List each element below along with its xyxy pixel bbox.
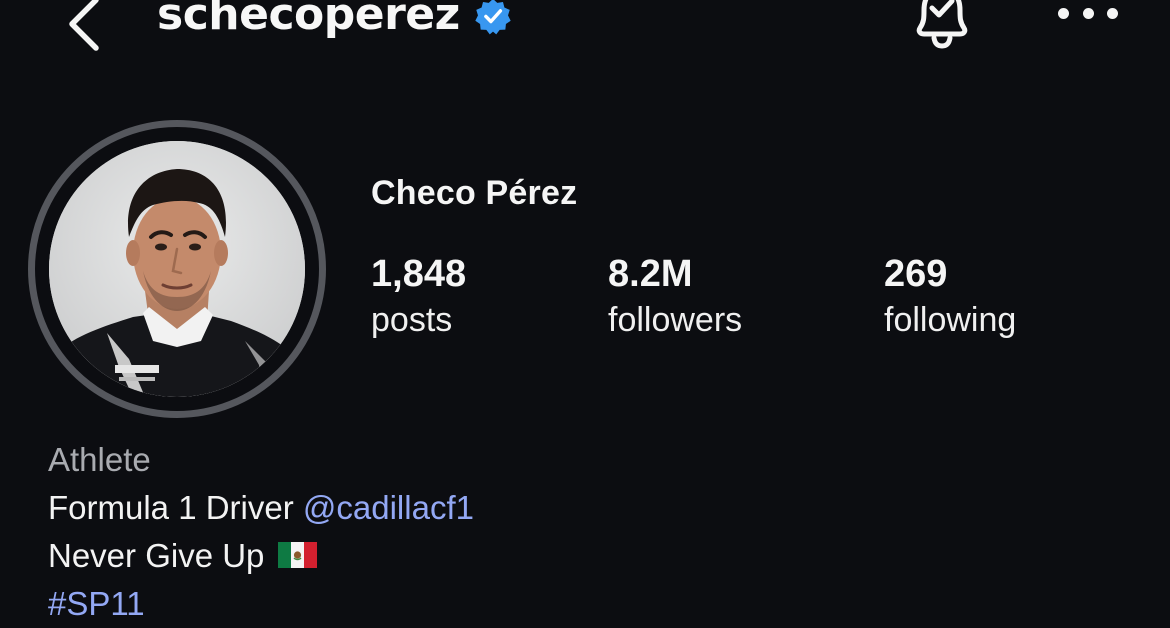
posts-count: 1,848 xyxy=(371,253,467,295)
profile-bio: Athlete Formula 1 Driver @cadillacf1 Nev… xyxy=(48,436,474,628)
mexico-flag-icon xyxy=(278,542,318,569)
stat-posts[interactable]: 1,848 posts xyxy=(371,252,466,344)
stat-following[interactable]: 269 following xyxy=(884,252,1016,344)
more-dot xyxy=(1107,7,1118,19)
more-dot xyxy=(1082,7,1094,19)
hashtag-link[interactable]: #SP11 xyxy=(48,580,474,628)
bio-line-2: Never Give Up xyxy=(48,532,474,580)
bio-line-1-text: Formula 1 Driver xyxy=(48,489,294,526)
followers-count: 8.2M xyxy=(608,253,693,295)
more-dot xyxy=(1058,7,1069,19)
following-count: 269 xyxy=(884,253,948,295)
notification-bell-icon[interactable] xyxy=(906,0,978,52)
display-name: Checo Pérez xyxy=(371,174,578,212)
profile-page: schecoperez Checo Pérez 1,848 posts 8.2M… xyxy=(0,0,1170,626)
profile-category: Athlete xyxy=(48,441,151,478)
profile-header-title: schecoperez xyxy=(157,0,512,50)
verified-badge-icon xyxy=(475,0,511,35)
username: schecoperez xyxy=(157,0,460,40)
profile-avatar[interactable] xyxy=(28,120,326,418)
bio-line-1: Formula 1 Driver @cadillacf1 xyxy=(48,484,474,532)
profile-photo xyxy=(49,141,305,397)
followers-label: followers xyxy=(608,301,743,339)
more-options-icon[interactable] xyxy=(1058,0,1118,28)
posts-label: posts xyxy=(371,301,453,339)
stat-followers[interactable]: 8.2M followers xyxy=(608,252,742,344)
following-label: following xyxy=(884,301,1017,339)
back-chevron-icon[interactable] xyxy=(58,0,118,54)
bio-line-2-text: Never Give Up xyxy=(48,537,265,574)
mention-link[interactable]: @cadillacf1 xyxy=(303,489,474,526)
